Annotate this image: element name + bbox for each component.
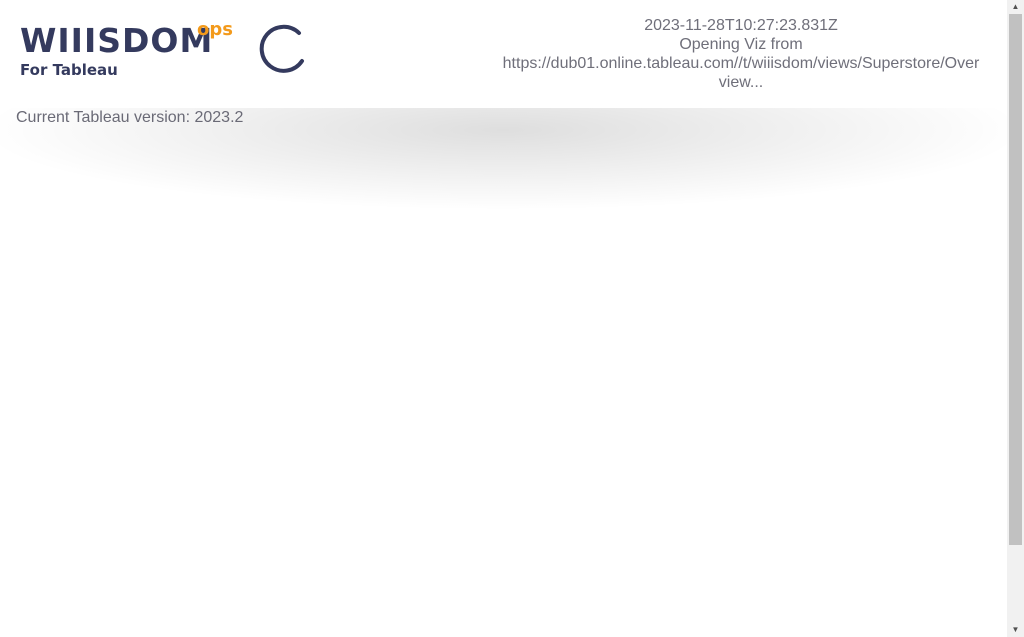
status-timestamp: 2023-11-28T10:27:23.831Z [644,17,838,34]
scroll-up-icon[interactable]: ▲ [1007,0,1024,14]
status-url: https://dub01.online.tableau.com//t/wiii… [502,55,980,72]
page-viewport: WIIISDOM ops For Tableau 2023-11-28T10:2… [0,0,1007,637]
header: WIIISDOM ops For Tableau 2023-11-28T10:2… [0,0,1007,108]
logo-ops-text: ops [197,19,233,40]
scrollbar-thumb[interactable] [1009,14,1022,545]
loading-spinner-icon [259,24,304,73]
scroll-down-icon[interactable]: ▼ [1007,623,1024,637]
logo-brand-text: WIIISDOM [20,21,214,60]
wiiisdom-logo: WIIISDOM ops For Tableau [20,19,240,82]
status-url-continued: view... [718,74,764,91]
vertical-scrollbar[interactable]: ▲ ▼ [1007,0,1024,637]
tableau-version-label: Current Tableau version: 2023.2 [16,109,244,126]
logo-subtitle: For Tableau [20,61,118,79]
status-message: Opening Viz from [679,36,803,53]
loading-status: 2023-11-28T10:27:23.831Z Opening Viz fro… [490,16,992,92]
